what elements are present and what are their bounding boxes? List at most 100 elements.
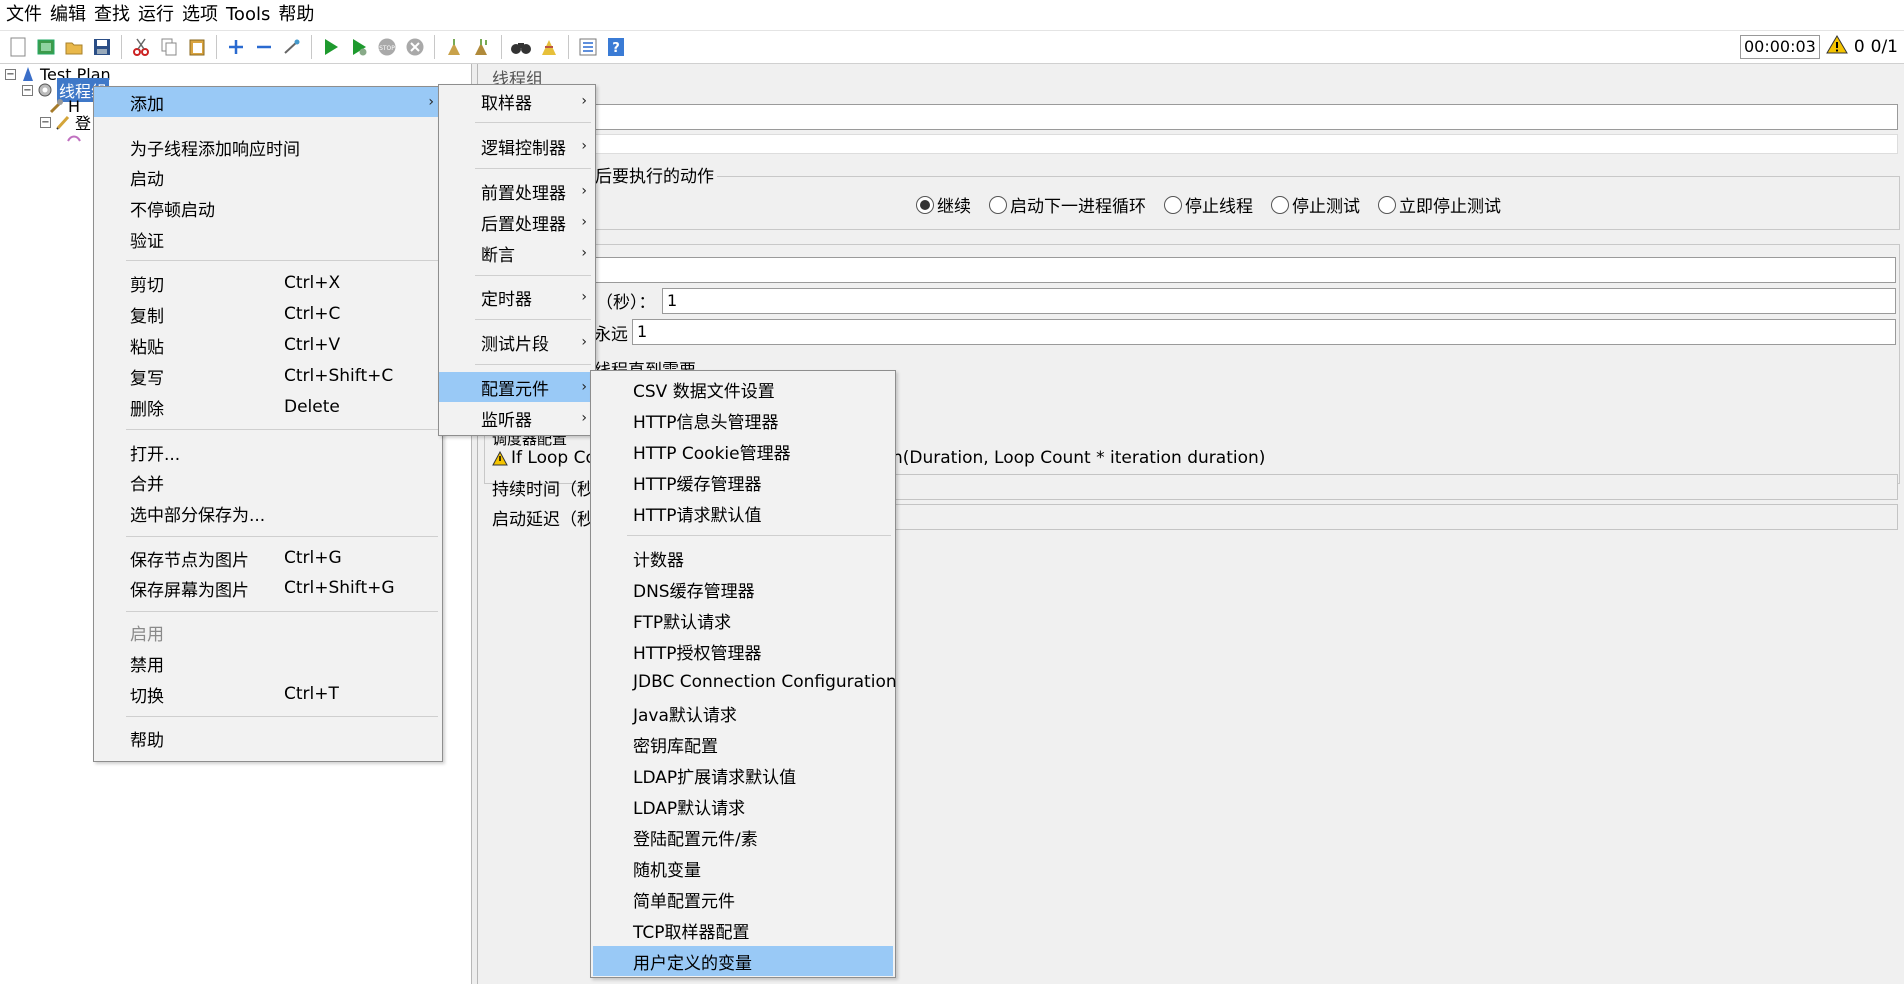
stop-icon[interactable]: STOP bbox=[375, 35, 399, 59]
menu-options[interactable]: 选项 bbox=[180, 0, 224, 30]
menu-item-ldap-ext-defaults[interactable]: LDAP扩展请求默认值 bbox=[591, 760, 895, 790]
thread-count-field[interactable] bbox=[594, 257, 1896, 283]
duration-field[interactable] bbox=[808, 474, 1898, 500]
menu-item-help[interactable]: 帮助 bbox=[94, 723, 442, 753]
menu-item-save-selection[interactable]: 选中部分保存为... bbox=[94, 498, 442, 528]
save-icon[interactable] bbox=[90, 35, 114, 59]
menu-item-csv-data-set[interactable]: CSV 数据文件设置 bbox=[591, 374, 895, 404]
collapse-toggle[interactable]: − bbox=[40, 116, 51, 128]
menu-item-random-variable[interactable]: 随机变量 bbox=[591, 853, 895, 883]
menu-item-simple-config[interactable]: 简单配置元件 bbox=[591, 884, 895, 914]
menu-item-timer[interactable]: 定时器 › bbox=[439, 282, 595, 312]
menu-item-label: LDAP默认请求 bbox=[633, 798, 746, 819]
collapse-toggle[interactable]: − bbox=[22, 84, 33, 96]
menu-item-ftp-request-defaults[interactable]: FTP默认请求 bbox=[591, 605, 895, 635]
menu-item-start-no-pause[interactable]: 不停顿启动 bbox=[94, 193, 442, 223]
menu-item-copy[interactable]: 复制 Ctrl+C bbox=[94, 299, 442, 329]
menu-run[interactable]: 运行 bbox=[136, 0, 180, 30]
radio-button[interactable] bbox=[1271, 195, 1289, 214]
radio-continue[interactable]: 继续 bbox=[916, 192, 971, 217]
menu-file[interactable]: 文件 bbox=[4, 0, 48, 30]
cut-icon[interactable] bbox=[129, 35, 153, 59]
menu-edit[interactable]: 编辑 bbox=[48, 0, 92, 30]
menu-item-config-element[interactable]: 配置元件 › bbox=[439, 372, 595, 402]
radio-stop-test-now[interactable]: 立即停止测试 bbox=[1378, 192, 1501, 217]
shutdown-icon[interactable] bbox=[403, 35, 427, 59]
clear-icon[interactable] bbox=[442, 35, 466, 59]
loop-count-field[interactable]: 1 bbox=[632, 319, 1896, 345]
warning-icon[interactable] bbox=[1825, 34, 1848, 59]
function-helper-icon[interactable] bbox=[576, 35, 600, 59]
menu-item-assertion[interactable]: 断言 › bbox=[439, 238, 595, 268]
clear-all-icon[interactable] bbox=[470, 35, 494, 59]
tree-node-child[interactable] bbox=[62, 130, 86, 148]
menu-item-listener[interactable]: 监听器 › bbox=[439, 403, 595, 433]
name-field[interactable] bbox=[484, 104, 1898, 130]
menu-item-logic-controller[interactable]: 逻辑控制器 › bbox=[439, 131, 595, 161]
paste-icon[interactable] bbox=[185, 35, 209, 59]
toggle-icon[interactable] bbox=[280, 35, 304, 59]
menu-item-add-response-time[interactable]: 为子线程添加响应时间 bbox=[94, 132, 442, 162]
radio-stop-thread[interactable]: 停止线程 bbox=[1164, 192, 1253, 217]
open-icon[interactable] bbox=[62, 35, 86, 59]
new-icon[interactable] bbox=[6, 35, 30, 59]
menu-item-http-header-manager[interactable]: HTTP信息头管理器 bbox=[591, 405, 895, 435]
reset-search-icon[interactable] bbox=[537, 35, 561, 59]
collapse-toggle[interactable]: − bbox=[5, 68, 16, 80]
menu-item-keystore-config[interactable]: 密钥库配置 bbox=[591, 729, 895, 759]
templates-icon[interactable] bbox=[34, 35, 58, 59]
menu-item-sampler[interactable]: 取样器 › bbox=[439, 86, 595, 116]
radio-button[interactable] bbox=[989, 195, 1007, 214]
menu-item-save-screen-image[interactable]: 保存屏幕为图片 Ctrl+Shift+G bbox=[94, 573, 442, 603]
menu-item-http-cookie-manager[interactable]: HTTP Cookie管理器 bbox=[591, 436, 895, 466]
menu-item-start[interactable]: 启动 bbox=[94, 162, 442, 192]
search-icon[interactable] bbox=[509, 35, 533, 59]
expand-icon[interactable] bbox=[224, 35, 248, 59]
menu-item-add[interactable]: 添加 › bbox=[94, 87, 442, 117]
tree-node-child[interactable]: − 登 bbox=[40, 113, 91, 133]
menu-item-user-defined-variables[interactable]: 用户定义的变量 bbox=[593, 946, 893, 976]
menu-item-paste[interactable]: 粘贴 Ctrl+V bbox=[94, 330, 442, 360]
menu-item-toggle[interactable]: 切换 Ctrl+T bbox=[94, 679, 442, 709]
help-icon[interactable]: ? bbox=[604, 35, 628, 59]
menu-item-login-config[interactable]: 登陆配置元件/素 bbox=[591, 822, 895, 852]
menu-item-http-auth-manager[interactable]: HTTP授权管理器 bbox=[591, 636, 895, 666]
radio-button[interactable] bbox=[1378, 195, 1396, 214]
menu-item-http-cache-manager[interactable]: HTTP缓存管理器 bbox=[591, 467, 895, 497]
copy-icon[interactable] bbox=[157, 35, 181, 59]
menu-item-merge[interactable]: 合并 bbox=[94, 467, 442, 497]
menu-item-disable[interactable]: 禁用 bbox=[94, 648, 442, 678]
comments-field[interactable] bbox=[484, 134, 1898, 154]
menu-item-ldap-defaults[interactable]: LDAP默认请求 bbox=[591, 791, 895, 821]
radio-start-next-loop[interactable]: 启动下一进程循环 bbox=[989, 192, 1146, 217]
chevron-right-icon: › bbox=[581, 334, 587, 350]
ramp-up-field[interactable]: 1 bbox=[662, 288, 1896, 314]
menu-search[interactable]: 查找 bbox=[92, 0, 136, 30]
radio-stop-test[interactable]: 停止测试 bbox=[1271, 192, 1360, 217]
radio-button[interactable] bbox=[916, 195, 934, 214]
menu-item-jdbc-connection[interactable]: JDBC Connection Configuration bbox=[591, 667, 897, 697]
menu-item-label: 不停顿启动 bbox=[130, 200, 215, 221]
menu-item-pre-processor[interactable]: 前置处理器 › bbox=[439, 176, 595, 206]
collapse-icon[interactable] bbox=[252, 35, 276, 59]
menu-item-delete[interactable]: 删除 Delete bbox=[94, 392, 442, 422]
menu-item-test-fragment[interactable]: 测试片段 › bbox=[439, 327, 595, 357]
menu-shortcut: Ctrl+C bbox=[284, 304, 341, 324]
menu-item-duplicate[interactable]: 复写 Ctrl+Shift+C bbox=[94, 361, 442, 391]
start-no-pause-icon[interactable] bbox=[347, 35, 371, 59]
startup-delay-field[interactable] bbox=[808, 504, 1898, 530]
menu-item-java-request-defaults[interactable]: Java默认请求 bbox=[591, 698, 895, 728]
radio-button[interactable] bbox=[1164, 195, 1182, 214]
menu-tools[interactable]: Tools bbox=[224, 0, 276, 30]
menu-item-dns-cache-manager[interactable]: DNS缓存管理器 bbox=[591, 574, 895, 604]
menu-help[interactable]: 帮助 bbox=[276, 0, 320, 30]
menu-item-cut[interactable]: 剪切 Ctrl+X bbox=[94, 268, 442, 298]
menu-item-tcp-sampler-config[interactable]: TCP取样器配置 bbox=[591, 915, 895, 945]
menu-item-counter[interactable]: 计数器 bbox=[591, 543, 895, 573]
menu-item-http-request-defaults[interactable]: HTTP请求默认值 bbox=[591, 498, 895, 528]
menu-item-post-processor[interactable]: 后置处理器 › bbox=[439, 207, 595, 237]
menu-item-open[interactable]: 打开... bbox=[94, 437, 442, 467]
menu-item-save-node-image[interactable]: 保存节点为图片 Ctrl+G bbox=[94, 543, 442, 573]
start-icon[interactable] bbox=[319, 35, 343, 59]
menu-item-validate[interactable]: 验证 bbox=[94, 224, 442, 254]
